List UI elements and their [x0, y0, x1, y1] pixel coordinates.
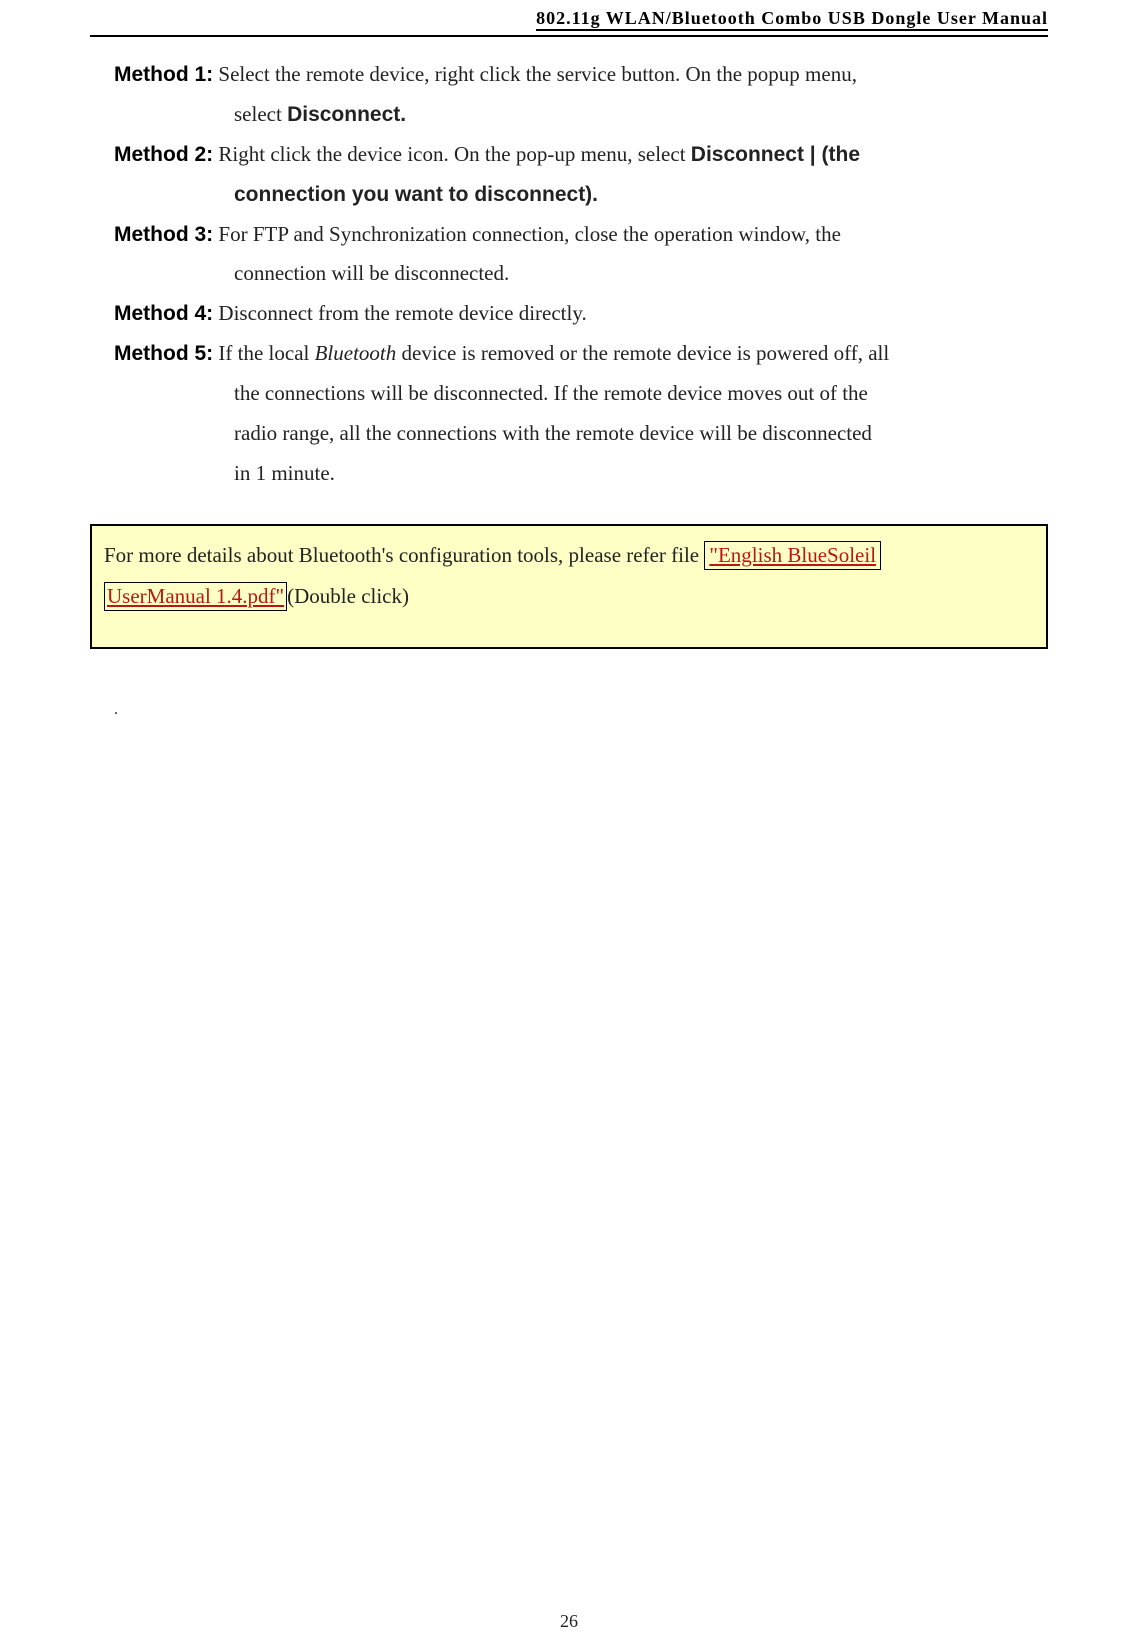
method-1-text-b: select [234, 102, 287, 126]
method-3-text-b: connection will be disconnected. [234, 261, 509, 285]
method-5-cont-2: radio range, all the connections with th… [90, 414, 1048, 454]
method-5-text-a: If the local [213, 341, 314, 365]
method-5-text-c: the connections will be disconnected. If… [234, 381, 868, 405]
running-header: 802.11g WLAN/Bluetooth Combo USB Dongle … [90, 0, 1048, 29]
method-3-cont: connection will be disconnected. [90, 254, 1048, 294]
method-3: Method 3: For FTP and Synchronization co… [90, 215, 1048, 255]
method-5-cont-1: the connections will be disconnected. If… [90, 374, 1048, 414]
method-5-label: Method 5: [114, 342, 213, 365]
stray-dot: . [90, 695, 1048, 725]
callout-box: For more details about Bluetooth's confi… [90, 524, 1048, 649]
callout-posttext: (Double click) [287, 584, 409, 608]
method-5-text-b: device is removed or the remote device i… [396, 341, 889, 365]
method-1: Method 1: Select the remote device, righ… [90, 55, 1048, 95]
method-5-text-e: in 1 minute. [234, 461, 335, 485]
method-4-text: Disconnect from the remote device direct… [213, 301, 587, 325]
method-5-italic: Bluetooth [315, 341, 397, 365]
method-3-text-a: For FTP and Synchronization connection, … [213, 222, 841, 246]
method-1-cont: select Disconnect. [90, 95, 1048, 135]
method-4-label: Method 4: [114, 302, 213, 325]
body-content: Method 1: Select the remote device, righ… [90, 55, 1048, 725]
method-2-bold-a: Disconnect | (the [691, 143, 860, 166]
method-2-label: Method 2: [114, 143, 213, 166]
method-2: Method 2: Right click the device icon. O… [90, 135, 1048, 175]
callout-pretext: For more details about Bluetooth's confi… [104, 543, 704, 567]
method-2-text-a: Right click the device icon. On the pop-… [213, 142, 691, 166]
method-5-text-d: radio range, all the connections with th… [234, 421, 872, 445]
method-1-label: Method 1: [114, 63, 213, 86]
method-1-text-a: Select the remote device, right click th… [213, 62, 857, 86]
method-5-cont-3: in 1 minute. [90, 454, 1048, 494]
method-4: Method 4: Disconnect from the remote dev… [90, 294, 1048, 334]
running-header-text: 802.11g WLAN/Bluetooth Combo USB Dongle … [536, 8, 1048, 31]
method-1-bold: Disconnect. [287, 103, 406, 126]
callout-link-line1[interactable]: "English BlueSoleil [704, 541, 881, 570]
header-rule [90, 35, 1048, 37]
method-3-label: Method 3: [114, 223, 213, 246]
method-2-cont: connection you want to disconnect). [90, 175, 1048, 215]
method-5: Method 5: If the local Bluetooth device … [90, 334, 1048, 374]
method-2-bold-b: connection you want to disconnect). [234, 183, 598, 206]
callout-link-line2[interactable]: UserManual 1.4.pdf" [104, 582, 287, 611]
page-number: 26 [0, 1611, 1138, 1632]
